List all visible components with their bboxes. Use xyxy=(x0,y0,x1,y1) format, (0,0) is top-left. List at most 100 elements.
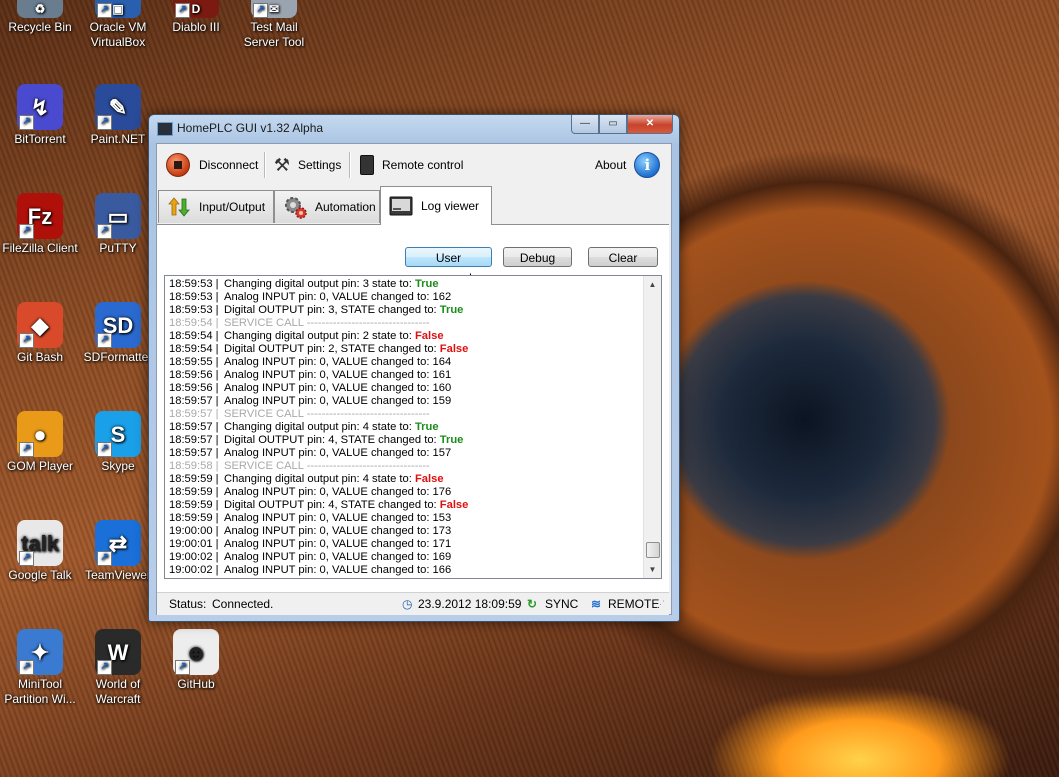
git-icon: ◆ ↗ xyxy=(17,302,63,348)
paintnet-icon: ✎ ↗ xyxy=(95,84,141,130)
log-message: SERVICE CALL ---------------------------… xyxy=(224,460,430,472)
log-message: Analog INPUT pin: 0, VALUE changed to: 1… xyxy=(224,486,452,498)
desktop-icon[interactable]: Fz ↗ FileZilla Client xyxy=(2,193,78,256)
putty-icon: ▭ ↗ xyxy=(95,193,141,239)
desktop-icon[interactable]: W ↗ World of Warcraft xyxy=(80,629,156,707)
desktop-icon[interactable]: S ↗ Skype xyxy=(80,411,156,474)
desktop-icon[interactable]: talk ↗ Google Talk xyxy=(2,520,78,583)
sdformatter-icon: SD ↗ xyxy=(95,302,141,348)
desktop-icon-label: GitHub xyxy=(177,677,215,691)
settings-button[interactable]: ⚒ Settings xyxy=(272,152,341,178)
desktop-icon[interactable]: ✎ ↗ Paint.NET xyxy=(80,84,156,147)
log-line: 18:59:56 | Analog INPUT pin: 0, VALUE cha… xyxy=(169,382,639,395)
shortcut-arrow-icon: ↗ xyxy=(253,3,268,18)
remote-control-button[interactable]: Remote control xyxy=(360,152,463,178)
log-line: 18:59:57 | Analog INPUT pin: 0, VALUE cha… xyxy=(169,395,639,408)
clear-button[interactable]: Clear xyxy=(588,247,658,267)
log-list[interactable]: 18:59:53 | Changing digital output pin: 3… xyxy=(164,275,662,579)
minimize-button[interactable]: — xyxy=(571,115,599,134)
log-line: 18:59:57 | Digital OUTPUT pin: 4, STATE c… xyxy=(169,434,639,447)
log-message: Analog INPUT pin: 0, VALUE changed to: 1… xyxy=(224,564,452,576)
user-commands-button[interactable]: User commands xyxy=(405,247,492,285)
log-time: 19:00:02 | xyxy=(169,564,219,576)
log-message: Changing digital output pin: 4 state to: xyxy=(224,421,415,433)
resize-grip-icon[interactable]: ⋰ xyxy=(656,599,665,610)
log-message: Digital OUTPUT pin: 2, STATE changed to: xyxy=(224,343,440,355)
tab-automation[interactable]: Automation xyxy=(274,190,380,223)
status-bar: Status: Connected. ◷ 23.9.2012 18:09:59 … xyxy=(157,592,669,615)
scroll-up-icon[interactable]: ▲ xyxy=(644,276,661,293)
desktop-icon-label: Git Bash xyxy=(16,350,64,364)
scroll-thumb[interactable] xyxy=(646,542,660,558)
status-remote: REMOTE xyxy=(608,597,660,611)
wow-icon: W ↗ xyxy=(95,629,141,675)
about-button[interactable]: About i xyxy=(595,152,661,178)
github-icon: ☻ ↗ xyxy=(173,629,219,675)
desktop-icon[interactable]: ⇄ ↗ TeamViewer xyxy=(80,520,156,583)
scroll-down-icon[interactable]: ▼ xyxy=(644,561,661,578)
shortcut-arrow-icon: ↗ xyxy=(97,224,112,239)
log-time: 18:59:56 | xyxy=(169,369,219,381)
tools-icon: ⚒ xyxy=(273,155,291,175)
log-line: 18:59:54 | SERVICE CALL -----------------… xyxy=(169,317,639,330)
log-message: Analog INPUT pin: 0, VALUE changed to: 1… xyxy=(224,369,452,381)
log-line: 18:59:53 | Analog INPUT pin: 0, VALUE cha… xyxy=(169,291,639,304)
shortcut-arrow-icon: ↗ xyxy=(175,660,190,675)
shortcut-arrow-icon: ↗ xyxy=(19,333,34,348)
debug-button[interactable]: Debug xyxy=(503,247,572,267)
maximize-button[interactable]: ▭ xyxy=(599,115,627,134)
close-button[interactable]: ✕ xyxy=(627,115,673,134)
remote-control-label: Remote control xyxy=(382,158,464,172)
mail-server-icon: ✉ ↗ xyxy=(251,0,297,18)
shortcut-arrow-icon: ↗ xyxy=(97,442,112,457)
log-time: 18:59:58 | xyxy=(169,460,219,472)
log-line: 19:00:01 | Analog INPUT pin: 0, VALUE cha… xyxy=(169,538,639,551)
gom-player-icon: ● ↗ xyxy=(17,411,63,457)
desktop-icon[interactable]: ✦ ↗ MiniTool Partition Wi... xyxy=(2,629,78,707)
desktop-icon-label: Skype xyxy=(101,459,135,473)
log-state: True xyxy=(439,434,464,446)
log-line: 18:59:57 | Analog INPUT pin: 0, VALUE cha… xyxy=(169,447,639,460)
filezilla-icon: Fz ↗ xyxy=(17,193,63,239)
log-time: 18:59:53 | xyxy=(169,304,219,316)
desktop-icon[interactable]: ▭ ↗ PuTTY xyxy=(80,193,156,256)
log-time: 18:59:59 | xyxy=(169,486,219,498)
log-scrollbar[interactable]: ▲ ▼ xyxy=(643,276,661,578)
title-bar[interactable]: HomePLC GUI v1.32 Alpha — ▭ ✕ xyxy=(149,115,679,143)
client-area: Disconnect ⚒ Settings Remote control Abo… xyxy=(156,143,672,615)
log-message: Analog INPUT pin: 0, VALUE changed to: 1… xyxy=(224,356,452,368)
shortcut-arrow-icon: ↗ xyxy=(97,3,112,18)
shortcut-arrow-icon: ↗ xyxy=(97,551,112,566)
log-line: 19:00:02 | Analog INPUT pin: 0, VALUE cha… xyxy=(169,564,639,577)
log-message: Digital OUTPUT pin: 3, STATE changed to: xyxy=(224,304,440,316)
info-icon: i xyxy=(634,152,661,178)
desktop-icon[interactable]: SD ↗ SDFormatter xyxy=(80,302,156,365)
desktop-icon[interactable]: ✉ ↗ Test Mail Server Tool xyxy=(236,0,312,50)
shortcut-arrow-icon: ↗ xyxy=(19,551,34,566)
log-message: SERVICE CALL ---------------------------… xyxy=(224,408,430,420)
log-message: Analog INPUT pin: 0, VALUE changed to: 1… xyxy=(224,551,452,563)
desktop-icon[interactable]: ◆ ↗ Git Bash xyxy=(2,302,78,365)
desktop-icon[interactable]: D ↗ Diablo III xyxy=(158,0,234,35)
tab-input-output[interactable]: Input/Output xyxy=(158,190,274,223)
shortcut-arrow-icon: ↗ xyxy=(97,660,112,675)
desktop-icon[interactable]: ☻ ↗ GitHub xyxy=(158,629,234,692)
desktop-icon[interactable]: ♻ Recycle Bin xyxy=(2,0,78,35)
disconnect-button[interactable]: Disconnect xyxy=(166,152,258,178)
shortcut-arrow-icon: ↗ xyxy=(19,224,34,239)
log-message: Analog INPUT pin: 0, VALUE changed to: 1… xyxy=(224,382,452,394)
tab-log-viewer[interactable]: Log viewer xyxy=(380,186,492,225)
desktop-icon[interactable]: ▣ ↗ Oracle VM VirtualBox xyxy=(80,0,156,50)
log-state: False xyxy=(439,499,469,511)
log-lines: 18:59:53 | Changing digital output pin: 3… xyxy=(169,278,639,577)
log-time: 18:59:57 | xyxy=(169,447,219,459)
desktop-icon[interactable]: ↯ ↗ BitTorrent xyxy=(2,84,78,147)
desktop-icon[interactable]: ● ↗ GOM Player xyxy=(2,411,78,474)
about-label: About xyxy=(595,158,627,172)
log-line: 18:59:53 | Digital OUTPUT pin: 3, STATE c… xyxy=(169,304,639,317)
log-time: 18:59:54 | xyxy=(169,330,219,342)
log-time: 18:59:59 | xyxy=(169,473,219,485)
settings-label: Settings xyxy=(298,158,342,172)
window-title: HomePLC GUI v1.32 Alpha xyxy=(177,121,324,135)
log-message: Analog INPUT pin: 0, VALUE changed to: 1… xyxy=(224,447,452,459)
